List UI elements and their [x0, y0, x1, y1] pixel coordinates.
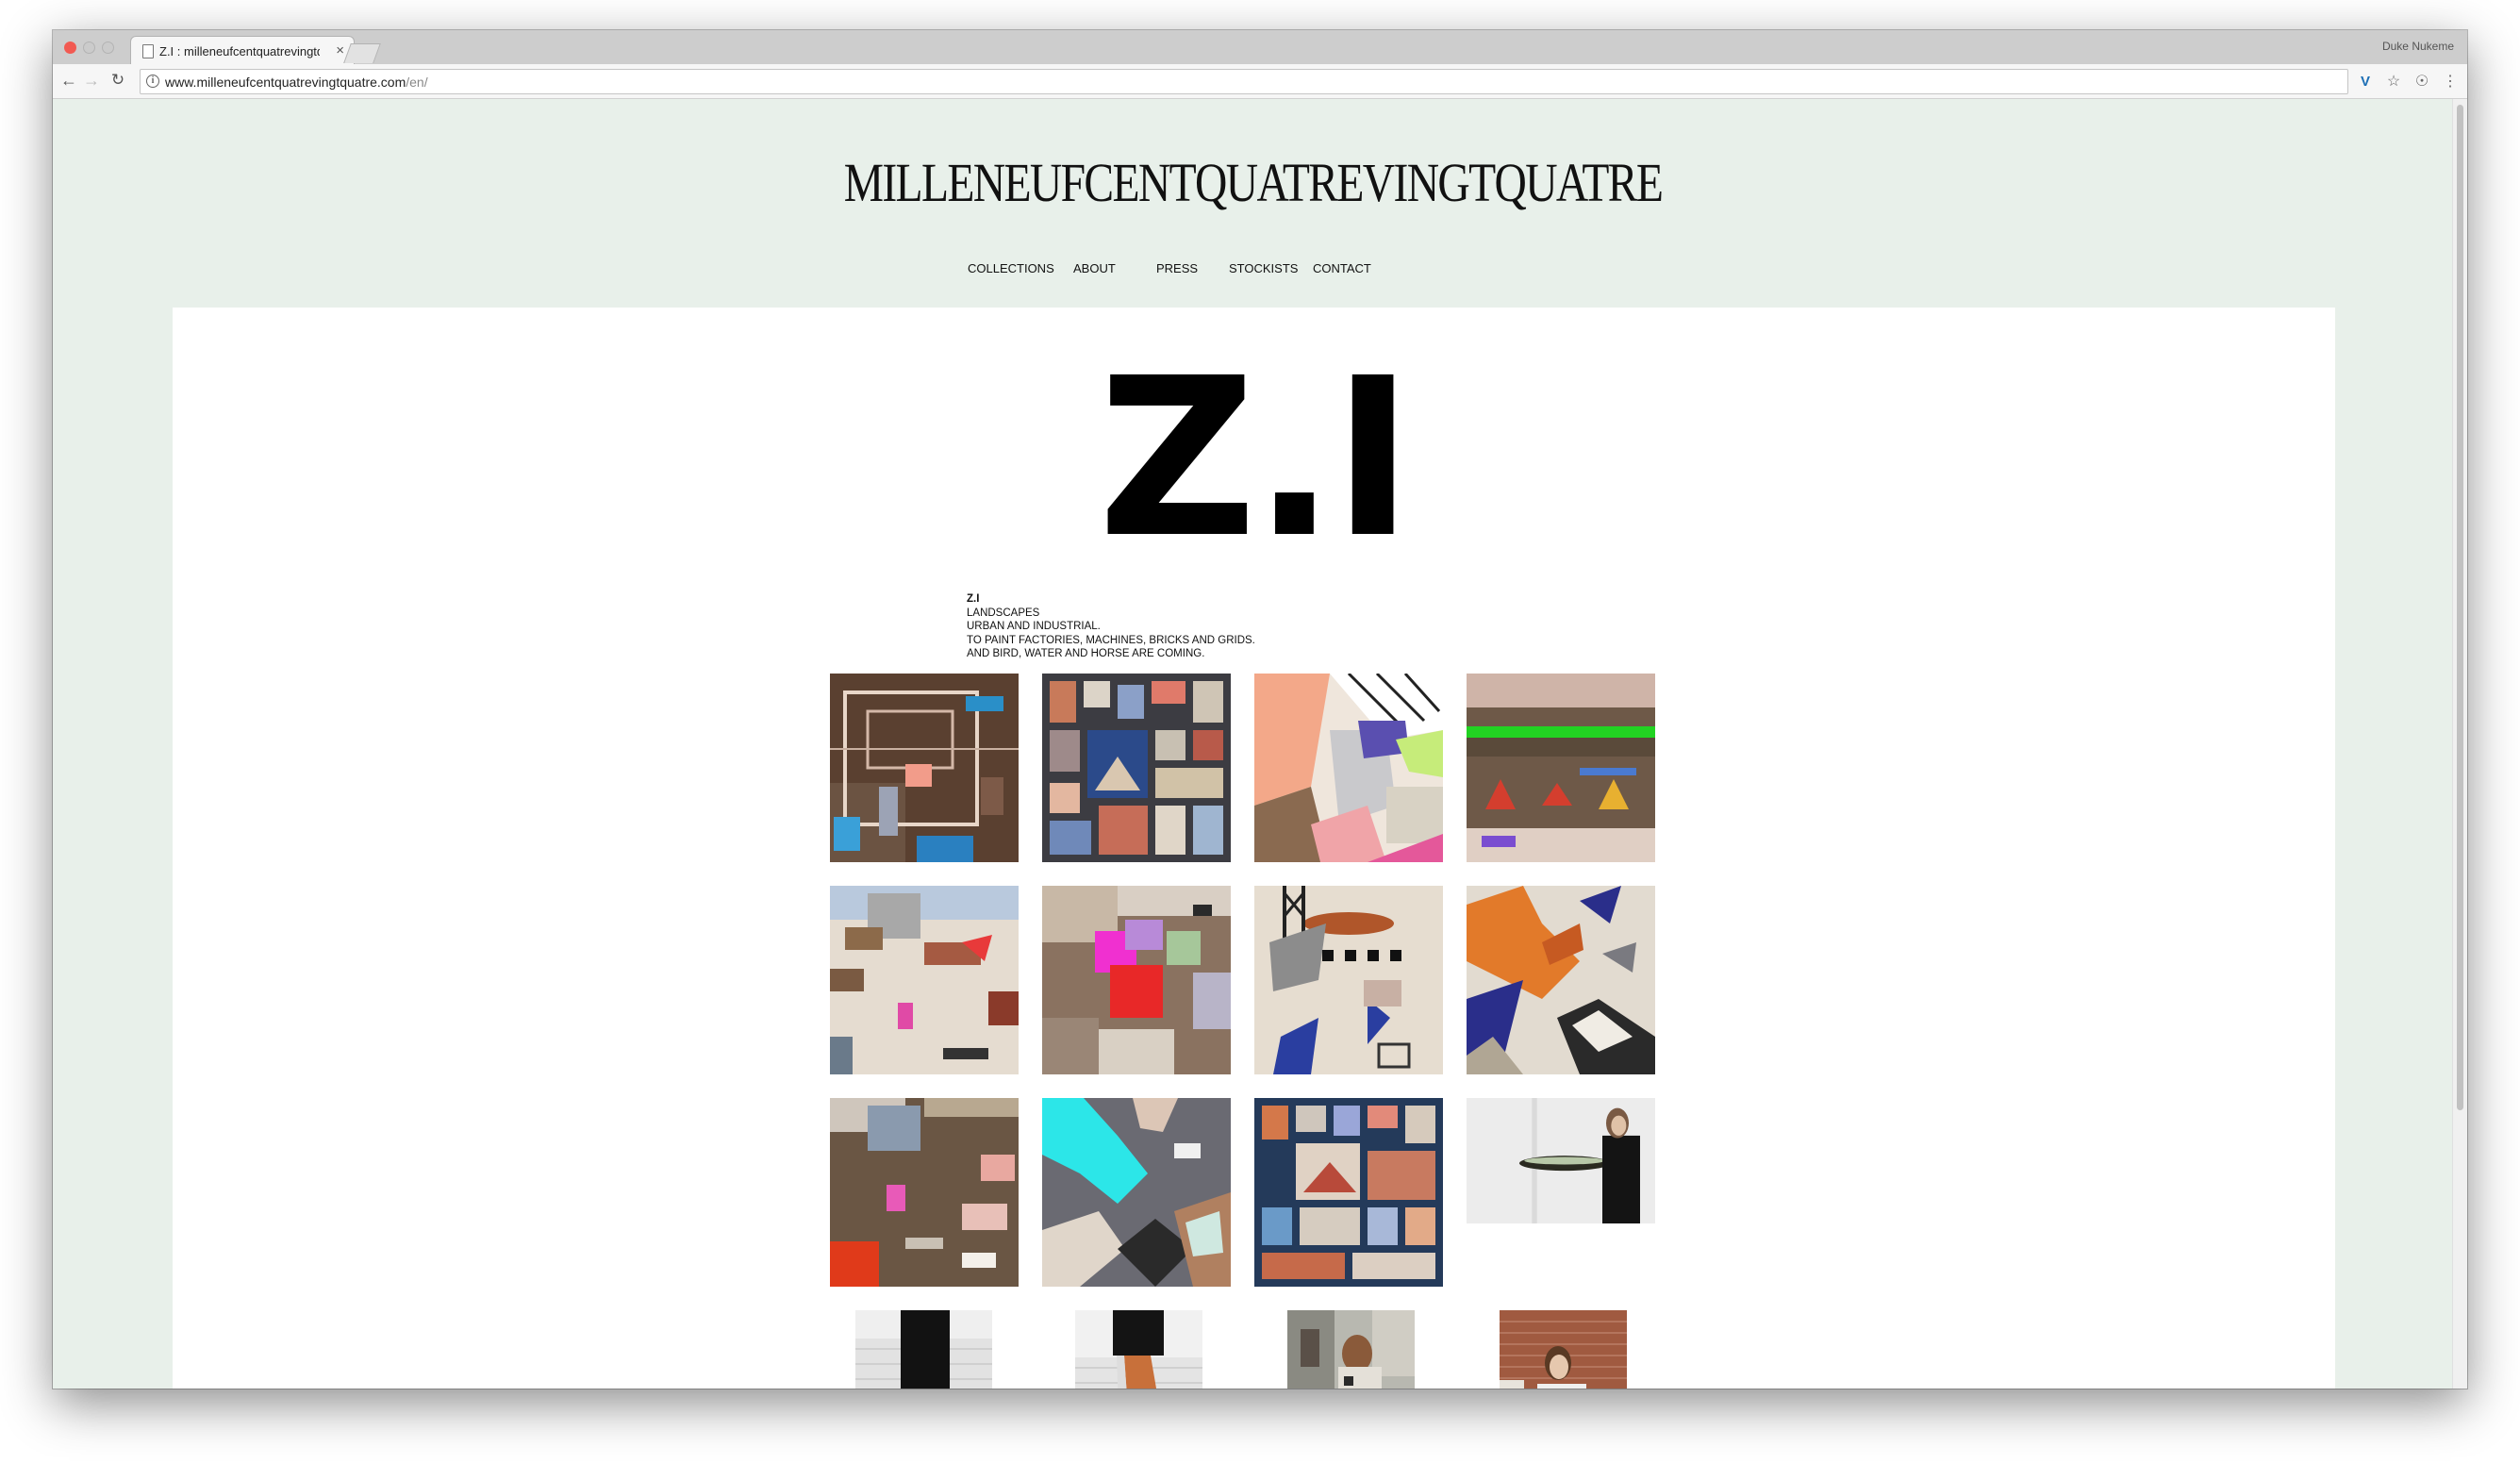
- description-line: TO PAINT FACTORIES, MACHINES, BRICKS AND…: [967, 634, 1255, 646]
- url-path: /en/: [406, 75, 428, 90]
- collection-title: Z.I: [1098, 331, 1414, 586]
- vimeo-extension-icon[interactable]: V: [2356, 74, 2375, 90]
- gallery-artwork[interactable]: [1254, 674, 1443, 862]
- shield-extension-icon[interactable]: ☉: [2412, 72, 2431, 91]
- menu-icon[interactable]: ⋮: [2441, 72, 2460, 91]
- gallery-artwork[interactable]: [1042, 1098, 1231, 1287]
- description-line: LANDSCAPES: [967, 607, 1040, 619]
- minimize-window-button[interactable]: [83, 42, 95, 54]
- collection-description: Z.I LANDSCAPES URBAN AND INDUSTRIAL. TO …: [967, 592, 1255, 661]
- nav-about[interactable]: ABOUT: [1073, 261, 1116, 275]
- site-logo[interactable]: MILLENEUFCENTQUATREVINGTQUATRE: [269, 151, 2237, 214]
- gallery-artwork[interactable]: [1042, 886, 1231, 1074]
- toolbar-icons: V ☆ ☉ ⋮: [2356, 70, 2460, 92]
- gallery-photo[interactable]: [1467, 1098, 1655, 1223]
- nav-press[interactable]: PRESS: [1156, 261, 1198, 275]
- url-text[interactable]: www.milleneufcentquatrevingtquatre.com/e…: [165, 75, 428, 90]
- info-icon[interactable]: i: [146, 75, 159, 88]
- vertical-scrollbar[interactable]: [2452, 99, 2467, 1389]
- zoom-window-button[interactable]: [102, 42, 114, 54]
- reload-icon[interactable]: ↻: [108, 70, 128, 91]
- gallery-photo[interactable]: [1287, 1310, 1415, 1389]
- nav-collections[interactable]: COLLECTIONS: [968, 261, 1054, 275]
- gallery-artwork[interactable]: [1467, 674, 1655, 862]
- gallery-photo[interactable]: [1075, 1310, 1202, 1389]
- gallery-photo[interactable]: [1500, 1310, 1627, 1389]
- gallery-artwork[interactable]: [1042, 674, 1231, 862]
- browser-window: Z.I : milleneufcentquatrevingtquatre × D…: [53, 30, 2467, 1389]
- gallery-photo[interactable]: [855, 1310, 992, 1389]
- page-viewport: MILLENEUFCENTQUATREVINGTQUATRE COLLECTIO…: [53, 99, 2453, 1389]
- description-line: AND BIRD, WATER AND HORSE ARE COMING.: [967, 648, 1205, 659]
- new-tab-button[interactable]: [343, 43, 381, 63]
- site-nav: COLLECTIONS ABOUT PRESS STOCKISTS CONTAC…: [968, 261, 1534, 280]
- gallery-artwork[interactable]: [1254, 886, 1443, 1074]
- gallery-artwork[interactable]: [830, 674, 1019, 862]
- gallery-artwork[interactable]: [1254, 1098, 1443, 1287]
- scrollbar-thumb[interactable]: [2457, 105, 2463, 1110]
- gallery-artwork[interactable]: [830, 886, 1019, 1074]
- description-heading: Z.I: [967, 593, 980, 605]
- collection-content: Z.I Z.I LANDSCAPES URBAN AND INDUSTRIAL.…: [173, 308, 2335, 1389]
- close-window-button[interactable]: [64, 42, 76, 54]
- gallery-artwork[interactable]: [830, 1098, 1019, 1287]
- back-arrow-icon[interactable]: ←: [58, 70, 79, 91]
- star-icon[interactable]: ☆: [2384, 72, 2403, 91]
- url-domain: www.milleneufcentquatrevingtquatre.com: [165, 75, 406, 90]
- tab-title: Z.I : milleneufcentquatrevingtquatre: [159, 44, 320, 58]
- tab-close-icon[interactable]: ×: [336, 42, 344, 59]
- document-icon: [142, 44, 154, 58]
- gallery-artwork[interactable]: [1467, 886, 1655, 1074]
- description-line: URBAN AND INDUSTRIAL.: [967, 621, 1101, 632]
- nav-contact[interactable]: CONTACT: [1313, 261, 1371, 275]
- forward-arrow-icon[interactable]: →: [81, 70, 102, 91]
- active-tab[interactable]: Z.I : milleneufcentquatrevingtquatre ×: [130, 36, 355, 66]
- address-bar[interactable]: i www.milleneufcentquatrevingtquatre.com…: [140, 69, 2348, 94]
- browser-toolbar: ← → ↻ i www.milleneufcentquatrevingtquat…: [53, 64, 2467, 99]
- tab-bar: Z.I : milleneufcentquatrevingtquatre × D…: [53, 30, 2467, 66]
- profile-name[interactable]: Duke Nukeme: [2382, 40, 2454, 53]
- nav-stockists[interactable]: STOCKISTS: [1229, 261, 1298, 275]
